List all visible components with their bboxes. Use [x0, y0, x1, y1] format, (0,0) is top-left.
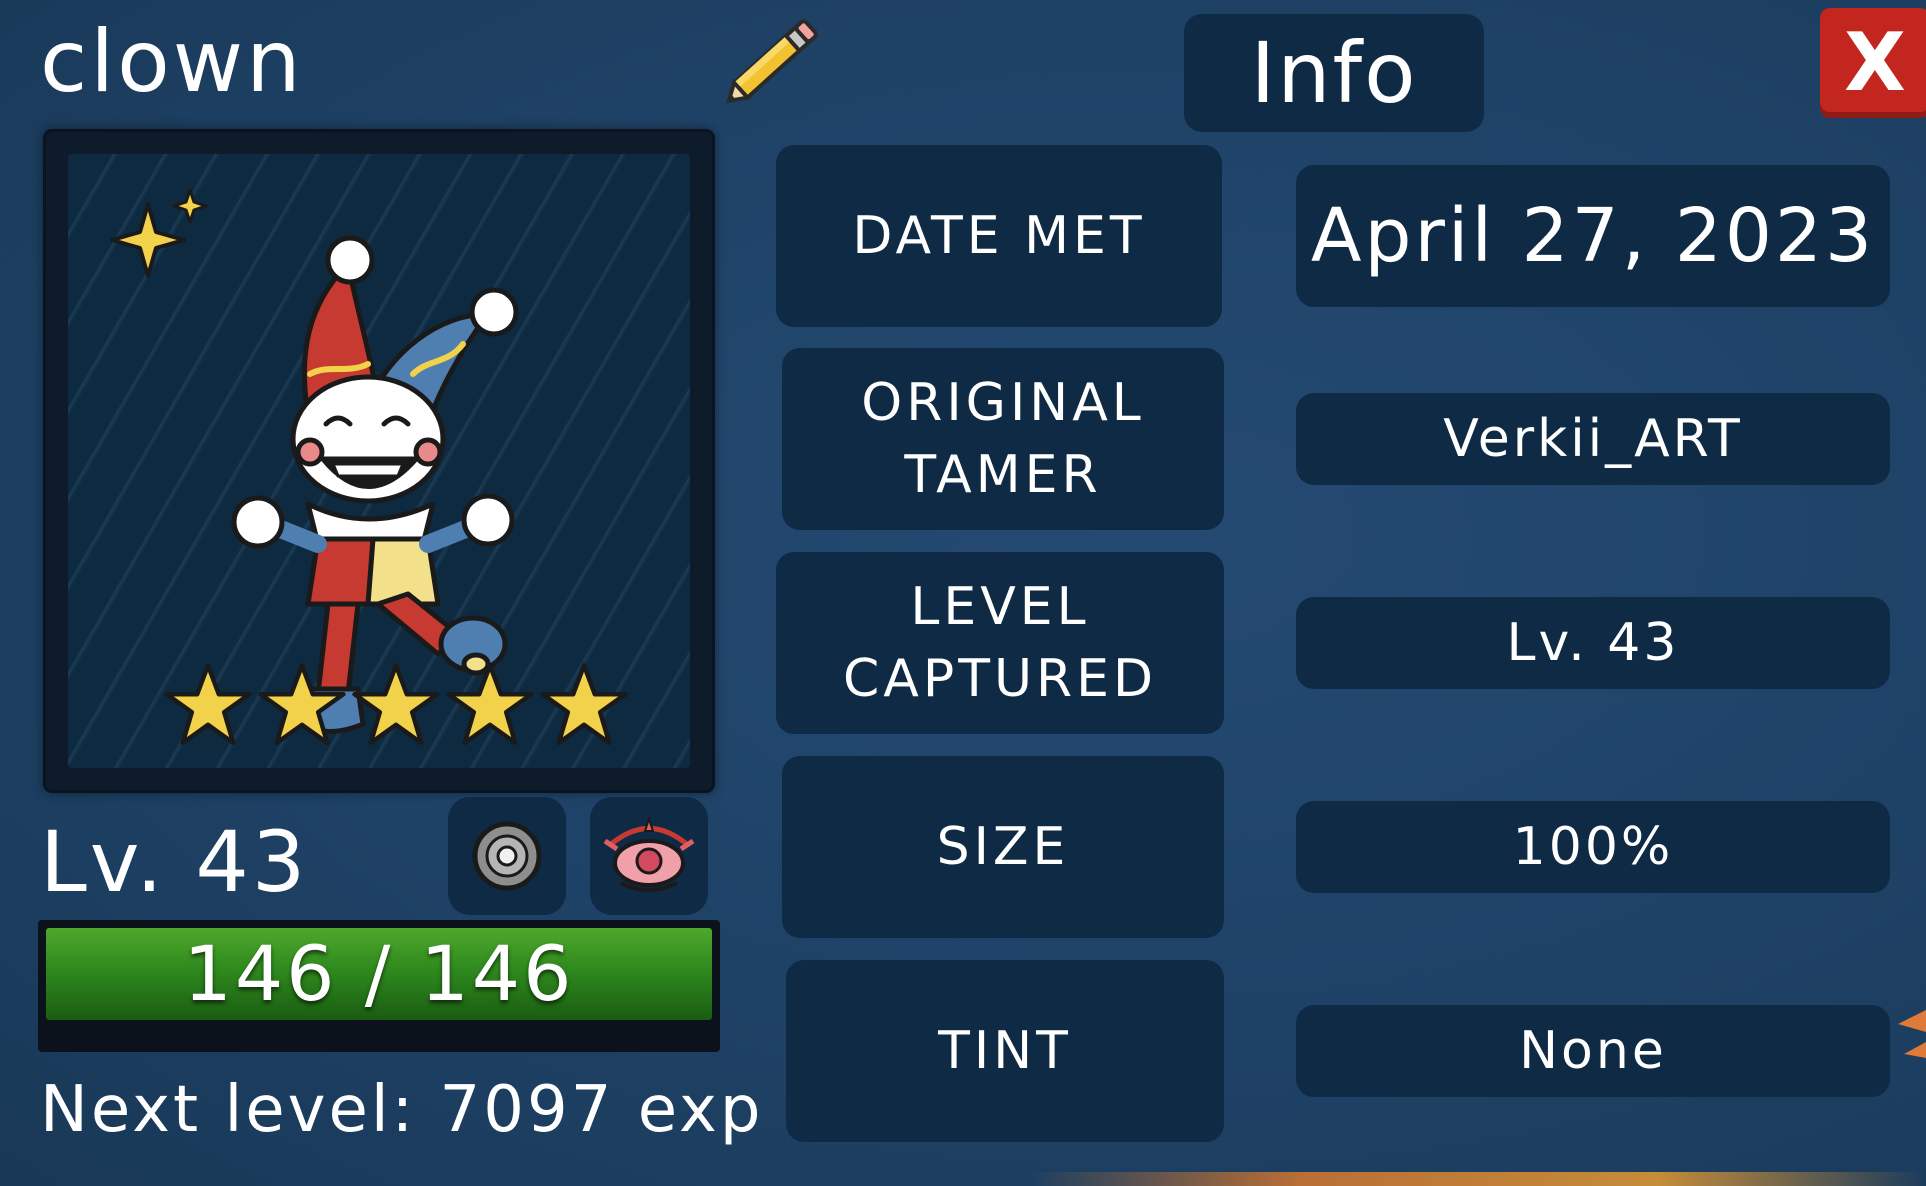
pet-portrait [46, 132, 712, 790]
close-button[interactable]: X [1820, 8, 1926, 118]
star-icon [446, 663, 534, 746]
rarity-stars [163, 660, 633, 750]
date-met-value: April 27, 2023 [1296, 165, 1890, 307]
star-icon [540, 663, 628, 746]
star-icon [258, 663, 346, 746]
pencil-icon [726, 19, 818, 104]
hp-text: 146 / 146 [183, 929, 575, 1018]
eye-button[interactable] [590, 797, 708, 915]
tint-value: None [1296, 1005, 1890, 1097]
original-tamer-value: Verkii_ART [1296, 393, 1890, 485]
size-label: SIZE [782, 756, 1224, 938]
date-met-label: DATE MET [776, 145, 1222, 327]
level-captured-label: LEVEL CAPTURED [776, 552, 1224, 734]
level-captured-value: Lv. 43 [1296, 597, 1890, 689]
size-value: 100% [1296, 801, 1890, 893]
eye-icon [603, 815, 695, 892]
info-title: Info [1184, 14, 1484, 132]
bottom-edge-glow [1030, 1172, 1926, 1186]
tint-label: TINT [786, 960, 1224, 1142]
star-icon [352, 663, 440, 746]
next-level-exp: Next level: 7097 exp [40, 1073, 764, 1147]
pet-level: Lv. 43 [40, 813, 309, 911]
hp-bar: 146 / 146 [38, 920, 720, 1052]
original-tamer-label: ORIGINAL TAMER [782, 348, 1224, 530]
disc-button[interactable] [448, 797, 566, 915]
star-icon [164, 663, 252, 746]
scroll-arrow-icon [1898, 1010, 1926, 1058]
rename-button[interactable] [712, 2, 832, 122]
pet-name: clown [40, 12, 304, 112]
disc-icon [472, 821, 542, 891]
